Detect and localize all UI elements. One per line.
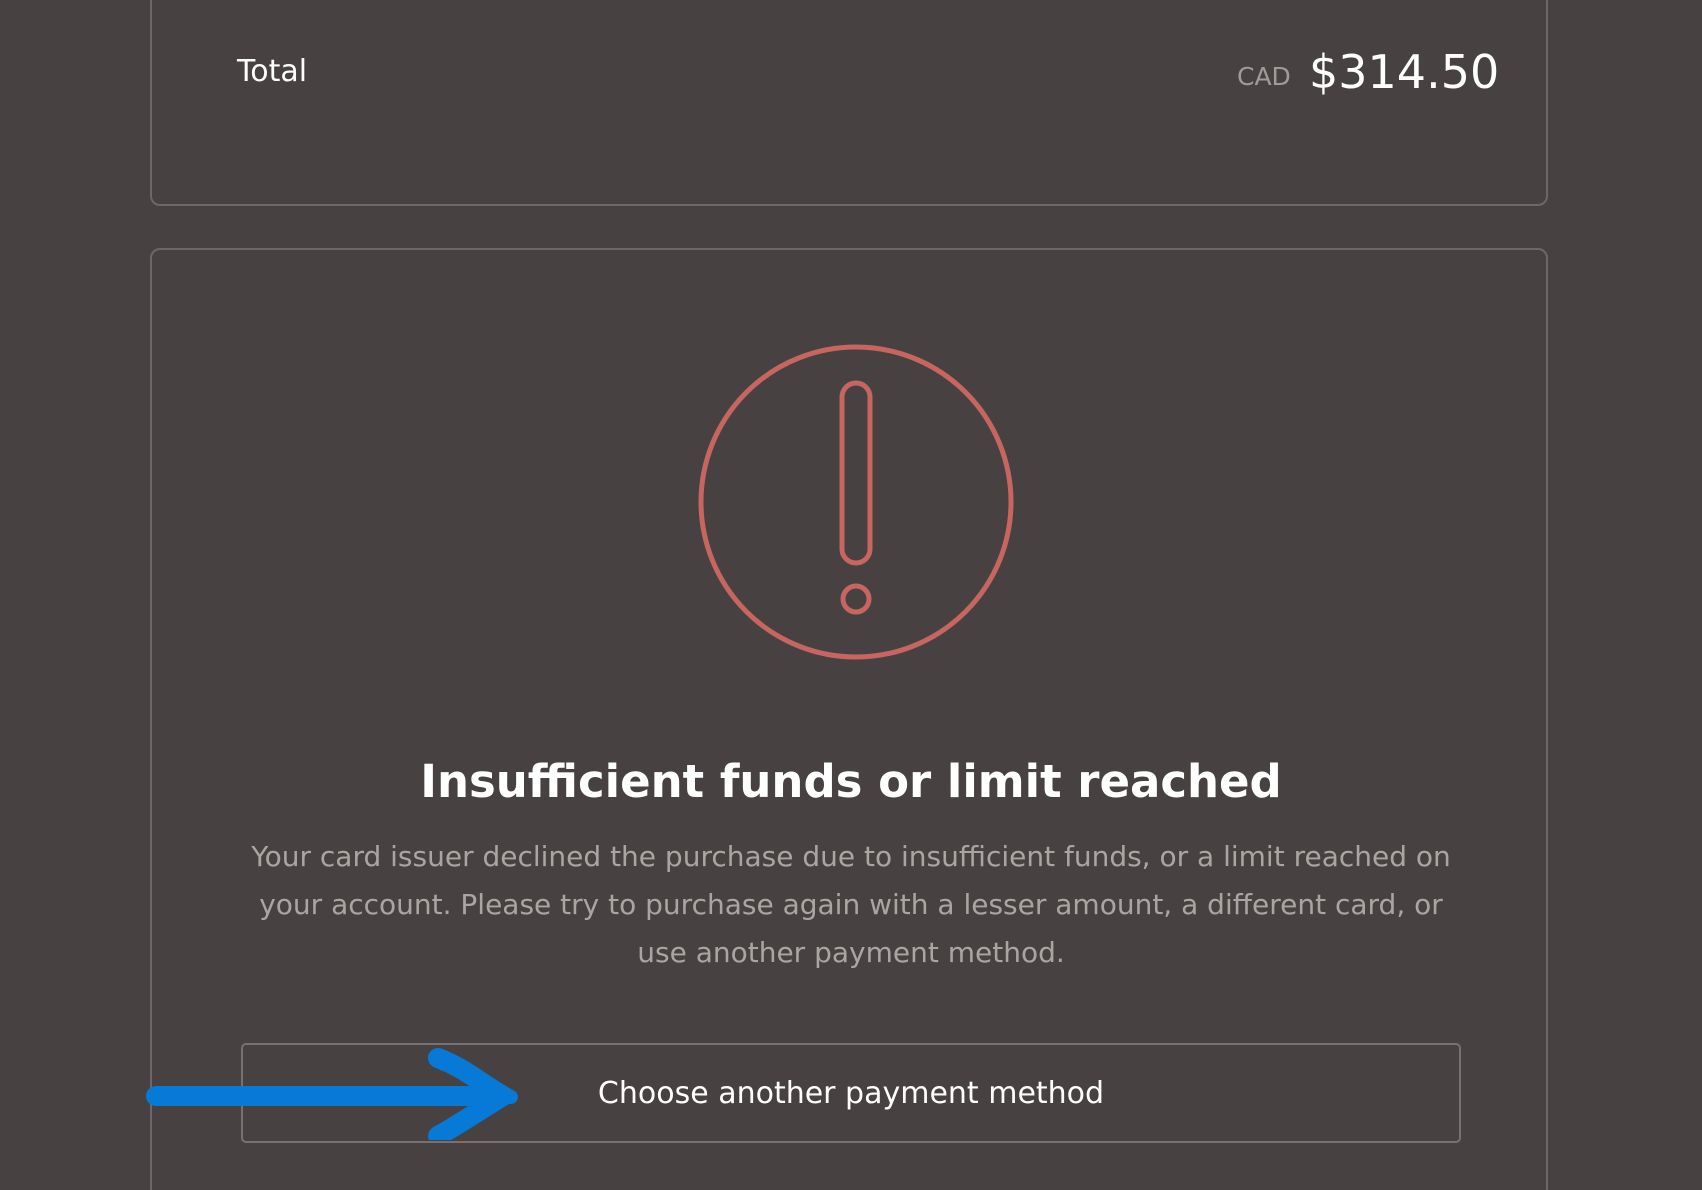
error-message: Your card issuer declined the purchase d… [251, 840, 1451, 969]
payment-page: Total CAD $314.50 Insufficient funds or … [0, 0, 1702, 1190]
total-amount: $314.50 [1309, 45, 1500, 99]
payment-error-card: Insufficient funds or limit reached Your… [150, 248, 1548, 1190]
order-total-card: Total CAD $314.50 [150, 0, 1548, 206]
choose-payment-method-button[interactable]: Choose another payment method [241, 1043, 1461, 1143]
error-title: Insufficient funds or limit reached [420, 755, 1282, 809]
currency-code: CAD [1237, 62, 1291, 91]
exclamation-circle-icon [698, 344, 1014, 660]
total-label: Total [237, 54, 308, 89]
